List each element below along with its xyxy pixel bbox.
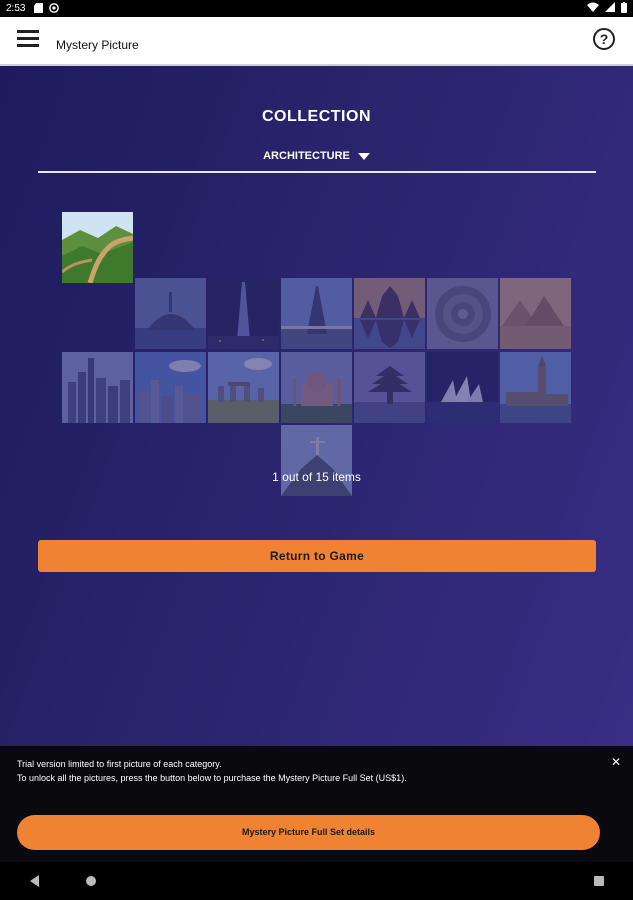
back-icon[interactable]	[30, 875, 39, 887]
collection-item-taj-mahal[interactable]	[281, 352, 352, 423]
divider	[38, 171, 596, 173]
collection-item-mont-saint-michel[interactable]	[135, 278, 206, 349]
app-title: Mystery Picture	[56, 38, 139, 52]
collection-screen: COLLECTION ARCHITECTURE 1 out of 15 item…	[0, 66, 633, 746]
great-wall-picture	[62, 212, 133, 283]
home-icon[interactable]	[86, 876, 96, 886]
category-label: ARCHITECTURE	[263, 150, 350, 162]
recents-icon[interactable]	[594, 876, 604, 886]
collection-item-great-wall[interactable]	[62, 212, 133, 283]
collection-item-stonehenge[interactable]	[208, 352, 279, 423]
full-set-details-button[interactable]: Mystery Picture Full Set details	[17, 815, 600, 850]
trial-message-line1: Trial version limited to first picture o…	[17, 759, 222, 769]
collection-item-sydney-opera-house[interactable]	[427, 352, 498, 423]
menu-icon[interactable]	[17, 30, 39, 48]
category-dropdown[interactable]: ARCHITECTURE	[0, 150, 633, 162]
close-icon[interactable]: ✕	[611, 755, 621, 769]
collection-item-tokyo-skytree[interactable]	[208, 278, 279, 349]
sd-card-icon	[34, 3, 44, 13]
wifi-icon	[587, 2, 599, 15]
app-bar: Mystery Picture ?	[0, 17, 633, 66]
collection-item-christ-redeemer[interactable]	[281, 425, 352, 496]
collection-item-borobudur[interactable]	[427, 278, 498, 349]
system-nav-bar	[0, 862, 633, 900]
collection-item-pyramids[interactable]	[500, 278, 571, 349]
battery-icon	[621, 1, 627, 16]
status-time: 2:53	[6, 3, 26, 14]
collection-item-angkor-wat[interactable]	[354, 278, 425, 349]
collection-item-eiffel-tower[interactable]	[281, 278, 352, 349]
page-title: COLLECTION	[262, 108, 371, 125]
collection-item-new-york-skyline[interactable]	[62, 352, 133, 423]
collection-item-big-ben[interactable]	[500, 352, 571, 423]
return-to-game-button[interactable]: Return to Game	[38, 540, 596, 572]
collection-item-pagoda-temple[interactable]	[354, 352, 425, 423]
signal-icon	[605, 2, 615, 15]
status-bar: 2:53	[0, 0, 633, 17]
trial-banner: Trial version limited to first picture o…	[0, 746, 633, 862]
help-icon[interactable]: ?	[593, 28, 615, 50]
collection-item-city-skyline[interactable]	[135, 352, 206, 423]
notification-icon	[49, 3, 59, 13]
trial-message-line2: To unlock all the pictures, press the bu…	[17, 773, 407, 783]
caret-down-icon	[357, 152, 370, 160]
collection-count: 1 out of 15 items	[272, 470, 361, 484]
